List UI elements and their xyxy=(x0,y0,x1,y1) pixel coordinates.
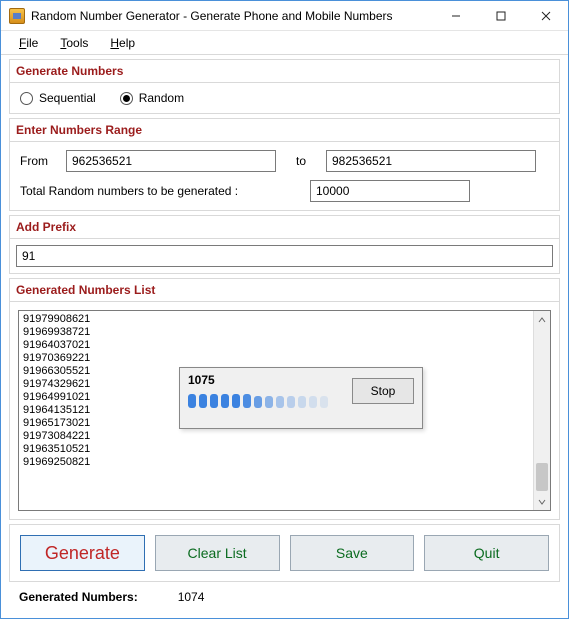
radio-circle-icon xyxy=(120,92,133,105)
section-range: Enter Numbers Range From to Total Random… xyxy=(9,118,560,211)
app-icon xyxy=(9,8,25,24)
action-button-row: Generate Clear List Save Quit xyxy=(9,524,560,582)
window-title: Random Number Generator - Generate Phone… xyxy=(31,9,433,23)
from-label: From xyxy=(20,154,56,168)
progress-bar xyxy=(188,390,328,408)
window-controls xyxy=(433,1,568,30)
section-title-prefix: Add Prefix xyxy=(10,216,559,239)
scroll-up-icon[interactable] xyxy=(534,311,551,328)
section-generate-numbers: Generate Numbers Sequential Random xyxy=(9,59,560,114)
quit-button[interactable]: Quit xyxy=(424,535,549,571)
radio-random[interactable]: Random xyxy=(120,91,184,105)
section-title-generate: Generate Numbers xyxy=(10,60,559,83)
section-title-range: Enter Numbers Range xyxy=(10,119,559,142)
to-label: to xyxy=(286,154,316,168)
section-list: Generated Numbers List 91979908621 91969… xyxy=(9,278,560,520)
progress-dialog: 1075 Stop xyxy=(179,367,423,429)
save-button[interactable]: Save xyxy=(290,535,415,571)
close-button[interactable] xyxy=(523,1,568,30)
status-label: Generated Numbers: xyxy=(19,590,138,604)
maximize-button[interactable] xyxy=(478,1,523,30)
minimize-button[interactable] xyxy=(433,1,478,30)
menu-tools[interactable]: Tools xyxy=(50,34,98,52)
total-label: Total Random numbers to be generated : xyxy=(20,184,300,198)
section-prefix: Add Prefix xyxy=(9,215,560,274)
prefix-input[interactable] xyxy=(16,245,553,267)
menu-file[interactable]: File xyxy=(9,34,48,52)
from-input[interactable] xyxy=(66,150,276,172)
status-bar: Generated Numbers: 1074 xyxy=(9,586,560,610)
vertical-scrollbar[interactable] xyxy=(533,311,550,510)
total-input[interactable] xyxy=(310,180,470,202)
list-items: 91979908621 91969938721 91964037021 9197… xyxy=(23,313,90,469)
progress-count: 1075 xyxy=(188,374,328,387)
section-title-list: Generated Numbers List xyxy=(10,279,559,302)
radio-circle-icon xyxy=(20,92,33,105)
menu-help[interactable]: Help xyxy=(100,34,145,52)
radio-random-label: Random xyxy=(139,91,184,105)
scrollbar-thumb[interactable] xyxy=(536,463,548,491)
radio-sequential-label: Sequential xyxy=(39,91,96,105)
content-area: Generate Numbers Sequential Random Enter… xyxy=(1,55,568,618)
status-value: 1074 xyxy=(178,590,205,604)
to-input[interactable] xyxy=(326,150,536,172)
generate-button[interactable]: Generate xyxy=(20,535,145,571)
radio-sequential[interactable]: Sequential xyxy=(20,91,96,105)
menubar: File Tools Help xyxy=(1,31,568,55)
radio-group-mode: Sequential Random xyxy=(20,91,549,105)
clear-list-button[interactable]: Clear List xyxy=(155,535,280,571)
scroll-down-icon[interactable] xyxy=(534,493,551,510)
scrollbar-track[interactable] xyxy=(534,328,550,493)
generated-numbers-listbox[interactable]: 91979908621 91969938721 91964037021 9197… xyxy=(18,310,551,511)
stop-button[interactable]: Stop xyxy=(352,378,414,404)
titlebar: Random Number Generator - Generate Phone… xyxy=(1,1,568,31)
